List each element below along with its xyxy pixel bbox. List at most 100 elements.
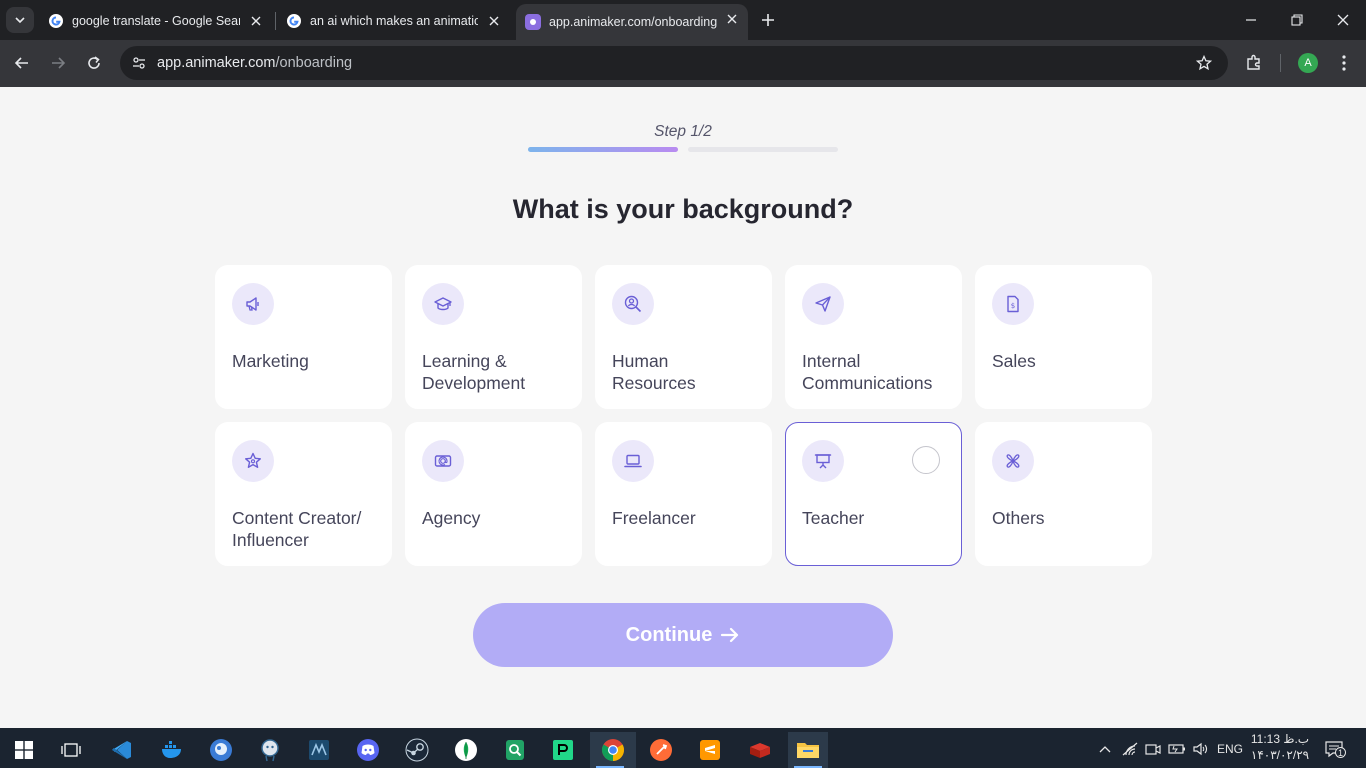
onboarding-page: Step 1/2 What is your background? Market…	[0, 87, 1366, 728]
clock-time: 11:13 ب.ظ	[1250, 732, 1310, 746]
toolbar-separator	[1280, 54, 1281, 72]
option-internal-communications[interactable]: Internal Communications	[785, 265, 962, 409]
tab-google-translate[interactable]: google translate - Google Search	[40, 6, 272, 36]
start-icon[interactable]	[4, 732, 44, 768]
option-label: Marketing	[232, 351, 309, 371]
restore-icon	[1291, 14, 1303, 26]
close-tab-icon[interactable]	[248, 13, 264, 29]
clock[interactable]: 11:13 ب.ظ ۱۴۰۳/۰۲/۲۹	[1246, 731, 1314, 763]
bookmark-star-icon[interactable]	[1194, 53, 1214, 73]
tab-separator	[275, 12, 276, 30]
battery-icon[interactable]	[1167, 740, 1187, 758]
docker-icon[interactable]	[152, 732, 192, 768]
plus-icon	[762, 14, 774, 26]
tab-title: app.animaker.com/onboarding	[549, 15, 717, 29]
option-sales[interactable]: $ Sales	[975, 265, 1152, 409]
mysql-workbench-icon[interactable]	[299, 732, 339, 768]
site-settings-icon[interactable]	[128, 52, 150, 74]
close-icon	[1337, 14, 1349, 26]
notification-center-icon[interactable]: 1	[1322, 740, 1346, 758]
step-label: Step 1/2	[654, 123, 712, 140]
camera-icon[interactable]	[1144, 740, 1162, 758]
option-label: Human Resources	[612, 351, 696, 393]
windows-taskbar: ENG 11:13 ب.ظ ۱۴۰۳/۰۲/۲۹ 1	[0, 728, 1366, 768]
url-path: /onboarding	[275, 55, 353, 71]
person-search-icon	[612, 283, 654, 325]
chevron-down-icon	[15, 17, 25, 24]
animaker-icon	[525, 14, 541, 30]
arrow-left-icon	[14, 57, 28, 69]
task-view-icon[interactable]	[51, 732, 91, 768]
option-label: Content Creator/ Influencer	[232, 508, 362, 550]
laptop-icon	[612, 440, 654, 482]
vscode-icon[interactable]	[102, 732, 142, 768]
option-marketing[interactable]: Marketing	[215, 265, 392, 409]
option-human-resources[interactable]: Human Resources	[595, 265, 772, 409]
arrow-right-icon	[52, 57, 66, 69]
google-g-icon	[48, 13, 64, 29]
clock-date: ۱۴۰۳/۰۲/۲۹	[1250, 748, 1310, 762]
option-learning-development[interactable]: Learning & Development	[405, 265, 582, 409]
tab-ai-animation[interactable]: an ai which makes an animation	[278, 6, 510, 36]
option-teacher[interactable]: Teacher	[785, 422, 962, 566]
option-label: Learning & Development	[422, 351, 526, 393]
sublime-icon[interactable]	[690, 732, 730, 768]
tab-title: google translate - Google Search	[72, 14, 240, 28]
option-label: Sales	[992, 351, 1036, 371]
more-menu-icon[interactable]	[1334, 52, 1354, 74]
option-content-creator[interactable]: Content Creator/ Influencer	[215, 422, 392, 566]
agency-screen-icon	[422, 440, 464, 482]
minimize-icon	[1246, 19, 1256, 21]
option-label: Teacher	[802, 508, 865, 528]
pycharm-icon[interactable]	[543, 732, 583, 768]
file-explorer-icon[interactable]	[788, 732, 828, 768]
progress-segment-2	[688, 147, 838, 152]
tab-title: an ai which makes an animation	[310, 14, 478, 28]
option-freelancer[interactable]: Freelancer	[595, 422, 772, 566]
option-others[interactable]: Others	[975, 422, 1152, 566]
forward-button[interactable]	[47, 52, 69, 74]
notification-count: 1	[1335, 747, 1346, 758]
close-tab-icon[interactable]	[486, 13, 502, 29]
option-label: Freelancer	[612, 508, 696, 528]
option-radio[interactable]	[912, 446, 940, 474]
browser-toolbar: app.animaker.com/onboarding	[0, 40, 1366, 87]
progress-fill	[528, 147, 678, 152]
option-label: Others	[992, 508, 1045, 528]
volume-icon[interactable]	[1191, 740, 1209, 758]
close-window-button[interactable]	[1333, 10, 1353, 30]
paper-plane-icon	[802, 283, 844, 325]
new-tab-button[interactable]	[758, 10, 778, 30]
show-hidden-icons-icon[interactable]	[1097, 740, 1113, 758]
extensions-icon[interactable]	[1243, 51, 1265, 73]
steam-icon[interactable]	[397, 732, 437, 768]
mongodb-icon[interactable]	[446, 732, 486, 768]
restore-button[interactable]	[1287, 10, 1307, 30]
sheets-icon[interactable]	[495, 732, 535, 768]
star-badge-icon	[232, 440, 274, 482]
page-title: What is your background?	[512, 194, 854, 224]
chrome-icon[interactable]	[590, 732, 636, 768]
google-g-icon	[286, 13, 302, 29]
minimize-button[interactable]	[1241, 10, 1261, 30]
option-agency[interactable]: Agency	[405, 422, 582, 566]
discord-icon[interactable]	[348, 732, 388, 768]
continue-button[interactable]: Continue	[473, 603, 893, 667]
profile-avatar[interactable]: A	[1298, 53, 1318, 73]
wifi-icon[interactable]	[1121, 740, 1139, 758]
graduation-cap-icon	[422, 283, 464, 325]
language-indicator[interactable]: ENG	[1214, 740, 1246, 758]
redis-icon[interactable]	[740, 732, 780, 768]
back-button[interactable]	[11, 52, 33, 74]
address-bar[interactable]: app.animaker.com/onboarding	[120, 46, 1228, 80]
reload-button[interactable]	[83, 52, 105, 74]
postgresql-icon[interactable]	[250, 732, 290, 768]
tab-animaker-onboarding[interactable]: app.animaker.com/onboarding	[516, 4, 748, 40]
continue-label: Continue	[625, 623, 713, 646]
app-icon[interactable]	[201, 732, 241, 768]
tab-search-button[interactable]	[6, 7, 34, 33]
close-tab-icon[interactable]	[724, 11, 740, 27]
arrow-right-icon	[721, 627, 739, 643]
postman-icon[interactable]	[641, 732, 681, 768]
propeller-icon	[992, 440, 1034, 482]
